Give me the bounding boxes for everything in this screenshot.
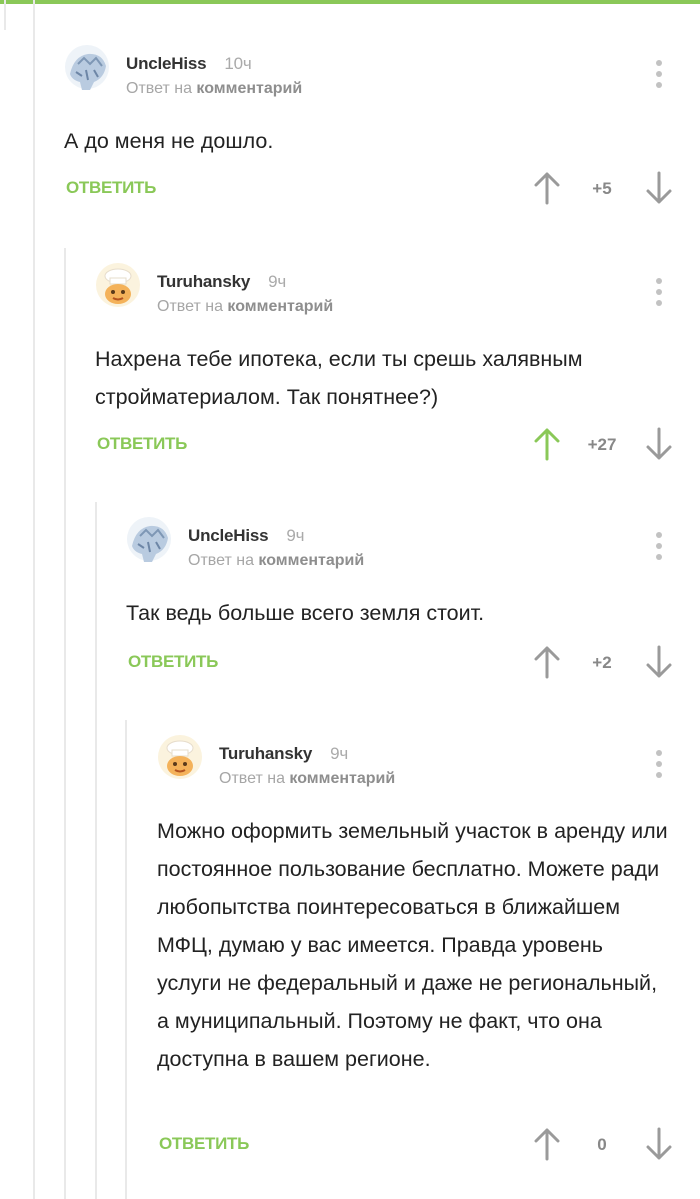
more-menu-icon[interactable] [647, 278, 671, 310]
downvote-arrow-icon[interactable] [644, 645, 674, 679]
reply-target-link[interactable]: комментарий [258, 552, 364, 569]
comment-time: 9ч [268, 272, 287, 291]
avatar[interactable] [157, 734, 203, 780]
reply-meta: Ответ на комментарий [188, 552, 364, 570]
vote-score: +2 [592, 653, 612, 672]
author-name-text[interactable]: UncleHiss [188, 526, 269, 545]
ice-creature-avatar-icon [127, 517, 171, 562]
vote-score: 0 [597, 1135, 607, 1154]
top-accent-bar [0, 0, 700, 4]
reply-meta: Ответ на комментарий [219, 770, 395, 788]
author-name[interactable]: Turuhansky 9ч [157, 272, 286, 292]
avatar[interactable] [64, 44, 110, 90]
comment: UncleHiss 10ч Ответ на комментарий А до м… [64, 44, 700, 224]
reply-meta: Ответ на комментарий [126, 80, 302, 98]
reply-meta: Ответ на комментарий [157, 298, 333, 316]
more-menu-icon[interactable] [647, 532, 671, 564]
reply-button[interactable]: ОТВЕТИТЬ [97, 434, 187, 454]
reply-prefix: Ответ на [188, 552, 254, 569]
comment-text: Можно оформить земельный участок в аренд… [157, 819, 668, 1071]
thread-line[interactable] [4, 0, 6, 30]
reply-target-link[interactable]: комментарий [289, 770, 395, 787]
avatar[interactable] [95, 262, 141, 308]
upvote-arrow-icon[interactable] [532, 427, 562, 461]
upvote-arrow-icon[interactable] [532, 1127, 562, 1161]
thread-line[interactable] [64, 248, 66, 1199]
comment-time: 9ч [330, 744, 349, 763]
reply-prefix: Ответ на [157, 298, 223, 315]
chef-avatar-icon [158, 735, 202, 779]
reply-prefix: Ответ на [219, 770, 285, 787]
comment: Turuhansky 9ч Ответ на комментарий Можно … [157, 734, 700, 1194]
comment-time: 9ч [286, 526, 305, 545]
reply-button[interactable]: ОТВЕТИТЬ [159, 1134, 249, 1154]
comment-text: Так ведь больше всего земля стоит. [126, 601, 485, 625]
comment-text: А до меня не дошло. [64, 129, 274, 153]
more-menu-icon[interactable] [647, 750, 671, 782]
ice-creature-avatar-icon [65, 45, 109, 90]
reply-prefix: Ответ на [126, 80, 192, 97]
thread-line[interactable] [95, 502, 97, 1199]
upvote-arrow-icon[interactable] [532, 171, 562, 205]
author-name-text[interactable]: Turuhansky [157, 272, 250, 291]
comment-text: Нахрена тебе ипотека, если ты срешь халя… [95, 347, 583, 409]
comment-time: 10ч [224, 54, 252, 73]
author-name[interactable]: UncleHiss 10ч [126, 54, 252, 74]
reply-target-link[interactable]: комментарий [227, 298, 333, 315]
avatar[interactable] [126, 516, 172, 562]
comment: Turuhansky 9ч Ответ на комментарий Нахрен… [95, 262, 700, 482]
reply-target-link[interactable]: комментарий [196, 80, 302, 97]
comment: UncleHiss 9ч Ответ на комментарий Так вед… [126, 516, 700, 696]
vote-score: +27 [587, 435, 617, 454]
downvote-arrow-icon[interactable] [644, 1127, 674, 1161]
chef-avatar-icon [96, 263, 140, 307]
author-name[interactable]: UncleHiss 9ч [188, 526, 305, 546]
downvote-arrow-icon[interactable] [644, 171, 674, 205]
reply-button[interactable]: ОТВЕТИТЬ [128, 652, 218, 672]
downvote-arrow-icon[interactable] [644, 427, 674, 461]
vote-score: +5 [592, 179, 612, 198]
author-name[interactable]: Turuhansky 9ч [219, 744, 348, 764]
author-name-text[interactable]: UncleHiss [126, 54, 207, 73]
thread-line[interactable] [125, 720, 127, 1199]
more-menu-icon[interactable] [647, 60, 671, 92]
author-name-text[interactable]: Turuhansky [219, 744, 312, 763]
upvote-arrow-icon[interactable] [532, 645, 562, 679]
reply-button[interactable]: ОТВЕТИТЬ [66, 178, 156, 198]
thread-line[interactable] [33, 0, 35, 1199]
